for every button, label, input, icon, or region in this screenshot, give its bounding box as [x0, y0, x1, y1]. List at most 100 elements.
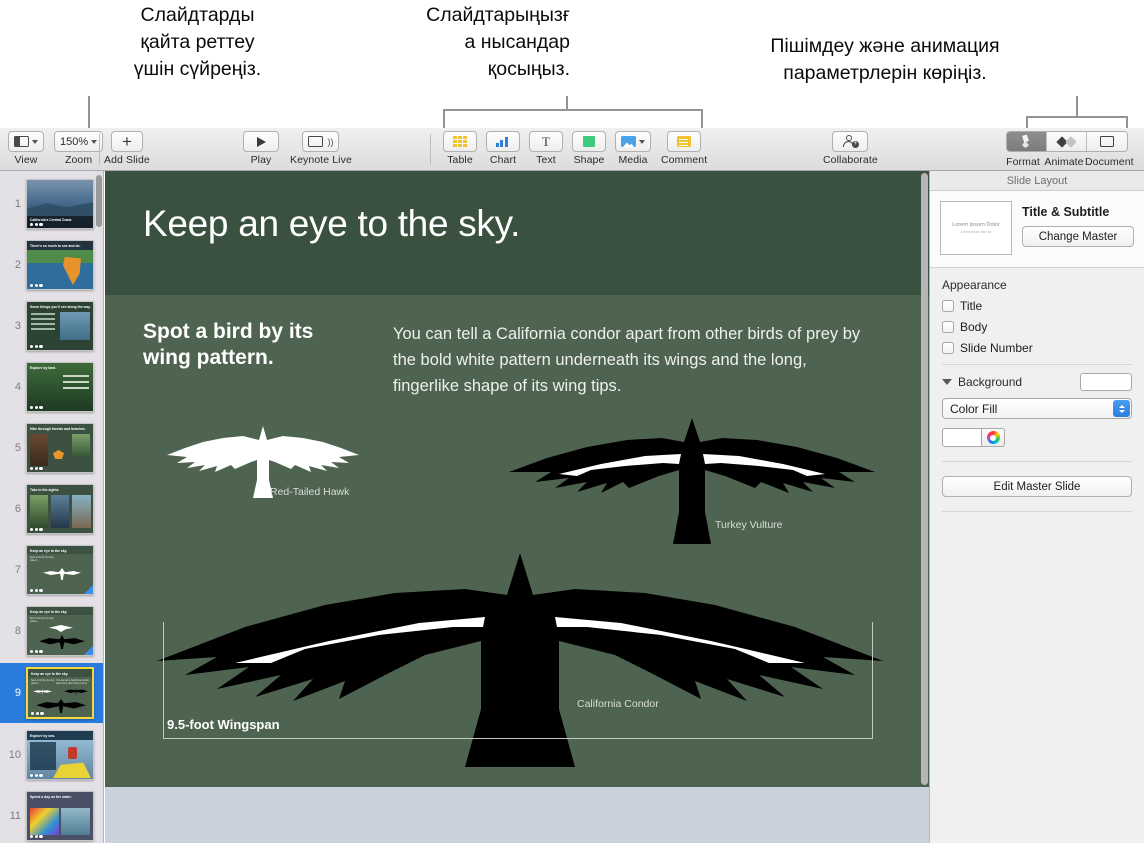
turkey-vulture-graphic[interactable] — [507, 416, 877, 546]
checkbox-slide-number[interactable]: Slide Number — [942, 341, 1132, 355]
media-icon — [621, 136, 636, 147]
slide-title[interactable]: Keep an eye to the sky. — [143, 203, 520, 245]
slide-thumbnail-9[interactable]: 9 Keep an eye to the sky. Spot a bird by… — [0, 663, 104, 723]
build-indicator — [30, 650, 43, 653]
animate-label: Animate — [1043, 156, 1085, 168]
add-slide-button[interactable]: + Add Slide — [104, 128, 150, 166]
view-button[interactable]: View — [8, 128, 44, 166]
background-section-header[interactable]: Background — [930, 365, 1144, 391]
slide-number: 5 — [0, 442, 26, 454]
thumbnail-image: Explore by sea. — [26, 730, 94, 780]
slide-subtitle[interactable]: Spot a bird by its wing pattern. — [143, 319, 343, 371]
checkbox-icon[interactable] — [942, 300, 954, 312]
slide-thumbnail-2[interactable]: 2 There's so much to see and do. — [0, 236, 104, 294]
build-indicator — [30, 835, 43, 838]
slide-number: 7 — [0, 564, 26, 576]
leader-line-objects-bar — [443, 109, 703, 111]
zoom-button[interactable]: 150% Zoom — [54, 128, 103, 166]
inspector-header: Slide Layout — [930, 171, 1144, 191]
table-icon — [453, 136, 467, 147]
checkbox-title[interactable]: Title — [942, 299, 1132, 313]
build-indicator — [30, 406, 43, 409]
shape-button[interactable]: Shape — [572, 128, 606, 166]
thumbnail-image: Keep an eye to the sky. Spot a bird by i… — [26, 667, 94, 719]
leader-line-navigator — [88, 96, 90, 128]
slide-number: 10 — [0, 749, 26, 761]
slide-thumbnail-4[interactable]: 4 Explore by land. — [0, 358, 104, 416]
slide-thumbnail-7[interactable]: 7 Keep an eye to the sky. Spot a bird by… — [0, 541, 104, 599]
chevron-down-icon — [639, 140, 645, 144]
thumbnail-image: Keep an eye to the sky. Spot a bird by i… — [26, 606, 94, 656]
shape-label: Shape — [574, 154, 605, 166]
media-button[interactable]: Media — [615, 128, 651, 166]
format-inspector: Slide Layout Lorem Ipsum Dolor Lorem ips… — [929, 171, 1144, 843]
change-master-button[interactable]: Change Master — [1022, 226, 1134, 247]
slide-thumbnail-11[interactable]: 11 Spend a day on the water. — [0, 787, 104, 843]
thumbnail-image: Explore by land. — [26, 362, 94, 412]
checkbox-icon[interactable] — [942, 321, 954, 333]
build-indicator — [30, 345, 43, 348]
toolbar-separator — [430, 134, 431, 165]
slide-number: 3 — [0, 320, 26, 332]
play-icon — [257, 137, 266, 147]
background-fill-select[interactable]: Color Fill — [942, 398, 1132, 419]
color-wheel-icon — [987, 431, 1000, 444]
collaborate-button[interactable]: + Collaborate — [823, 128, 878, 166]
background-preview-swatch[interactable] — [1080, 373, 1132, 391]
chart-button[interactable]: Chart — [486, 128, 520, 166]
build-indicator — [30, 284, 43, 287]
tab-document[interactable] — [1087, 132, 1127, 151]
thumbnail-title: Keep an eye to the sky. — [30, 610, 67, 614]
chart-label: Chart — [490, 154, 516, 166]
stepper-icon[interactable] — [1113, 400, 1130, 417]
leader-line-format-bar — [1026, 116, 1128, 118]
keynote-live-button[interactable]: )) Keynote Live — [290, 128, 352, 166]
toolbar-separator — [99, 134, 100, 165]
tab-format[interactable] — [1007, 132, 1047, 151]
play-button[interactable]: Play — [243, 128, 279, 166]
checkbox-body-label: Body — [960, 320, 987, 334]
slide-navigator[interactable]: 1 California's Central Coast. 2 There's … — [0, 171, 104, 843]
edit-master-slide-button[interactable]: Edit Master Slide — [942, 476, 1132, 497]
zoom-value: 150% — [60, 136, 88, 148]
text-button[interactable]: T Text — [529, 128, 563, 166]
comment-button[interactable]: Comment — [661, 128, 707, 166]
leader-line-format-tick-right — [1126, 116, 1128, 128]
slide-thumbnail-10[interactable]: 10 Explore by sea. — [0, 726, 104, 784]
comment-label: Comment — [661, 154, 707, 166]
checkbox-icon[interactable] — [942, 342, 954, 354]
color-wheel-button[interactable] — [982, 428, 1005, 447]
keynote-live-label: Keynote Live — [290, 154, 352, 166]
broadcast-icon: )) — [327, 137, 333, 147]
appearance-title: Appearance — [942, 278, 1132, 292]
fill-color-row — [942, 428, 1132, 447]
label-wingspan: 9.5-foot Wingspan — [167, 717, 280, 732]
disclosure-triangle-icon[interactable] — [942, 379, 952, 385]
master-thumbnail[interactable]: Lorem Ipsum Dolor Lorem ipsum dolor sit — [940, 201, 1012, 255]
table-button[interactable]: Table — [443, 128, 477, 166]
fill-color-swatch[interactable] — [942, 428, 982, 447]
callout-reorder-slides: Слайдтарды қайта реттеу үшін сүйреңіз. — [90, 2, 305, 83]
master-thumb-title: Lorem Ipsum Dolor — [952, 222, 1000, 228]
slide-thumbnail-3[interactable]: 3 Some things you'll see along the way. — [0, 297, 104, 355]
chevron-down-icon — [32, 140, 38, 144]
slide-body-text[interactable]: You can tell a California condor apart f… — [393, 321, 873, 399]
build-indicator — [30, 589, 43, 592]
slide-thumbnail-6[interactable]: 6 Take in the sights. — [0, 480, 104, 538]
thumbnail-image: Keep an eye to the sky. Spot a bird by i… — [26, 545, 94, 595]
leader-line-format-stem — [1076, 96, 1078, 118]
background-label: Background — [958, 375, 1074, 389]
slide-thumbnail-5[interactable]: 5 Hike through forests and beaches. — [0, 419, 104, 477]
callout-annotations: Слайдтарды қайта реттеу үшін сүйреңіз. С… — [0, 0, 1144, 128]
build-indicator — [30, 774, 43, 777]
tab-animate[interactable] — [1047, 132, 1087, 151]
master-slide-row: Lorem Ipsum Dolor Lorem ipsum dolor sit … — [930, 191, 1144, 268]
current-slide[interactable]: Keep an eye to the sky. Spot a bird by i… — [105, 171, 929, 787]
master-name: Title & Subtitle — [1022, 205, 1134, 219]
checkbox-body[interactable]: Body — [942, 320, 1132, 334]
canvas-scrollbar[interactable] — [921, 173, 928, 785]
slide-thumbnail-8[interactable]: 8 Keep an eye to the sky. Spot a bird by… — [0, 602, 104, 660]
divider — [942, 461, 1132, 462]
slide-canvas-area[interactable]: Keep an eye to the sky. Spot a bird by i… — [105, 171, 929, 843]
slide-thumbnail-1[interactable]: 1 California's Central Coast. — [0, 175, 104, 233]
